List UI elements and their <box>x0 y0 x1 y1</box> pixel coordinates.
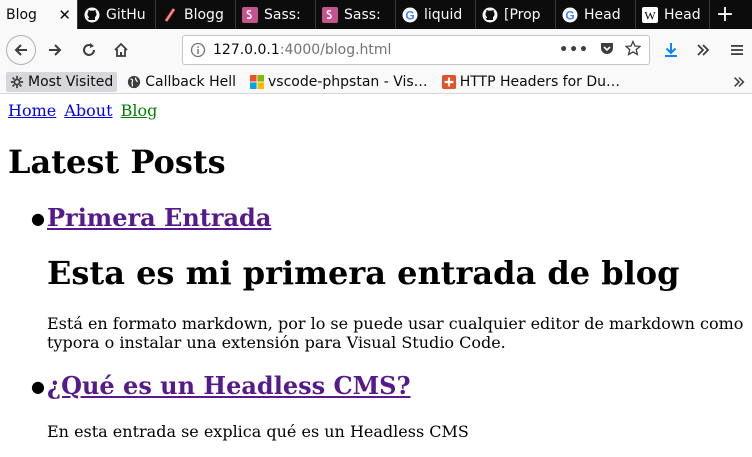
google-icon: G <box>562 7 578 23</box>
bookmarks-overflow-button[interactable] <box>732 70 746 94</box>
bookmark-callback-hell[interactable]: Callback Hell <box>123 72 240 92</box>
hamburger-icon <box>731 45 743 55</box>
github-icon <box>482 7 498 23</box>
arrow-right-icon <box>49 43 62 56</box>
site-nav: Home About Blog <box>8 101 160 120</box>
bullet: ● <box>31 377 45 396</box>
tab-title: Blog <box>6 6 37 23</box>
post-list: ● Primera Entrada Esta es mi primera ent… <box>31 203 747 441</box>
bookmark-vscode-phpstan[interactable]: vscode-phpstan - Vis… <box>246 72 432 92</box>
home-button[interactable] <box>106 35 136 65</box>
tab-headless-wikipedia[interactable]: W Head <box>636 0 710 29</box>
reload-icon <box>83 42 95 56</box>
globe-icon <box>127 75 141 89</box>
github-icon <box>84 7 100 23</box>
url-host: 127.0.0.1 <box>213 42 280 58</box>
navigation-toolbar: 127.0.0.1:4000/blog.html ••• <box>0 29 752 70</box>
home-icon <box>114 42 128 57</box>
tab-headless-google[interactable]: G Head <box>556 0 636 29</box>
tab-title: Sass: <box>264 6 301 23</box>
menu-button[interactable] <box>722 35 752 65</box>
nav-link-about[interactable]: About <box>64 101 112 120</box>
bookmark-label: Most Visited <box>28 73 114 90</box>
bookmark-http-headers[interactable]: HTTP Headers for Du… <box>438 72 624 92</box>
new-tab-button[interactable]: + <box>710 0 740 29</box>
tab-title: GitHu <box>106 6 146 23</box>
wikipedia-icon: W <box>642 6 658 23</box>
page-title: Latest Posts <box>8 143 226 181</box>
download-icon <box>665 43 677 57</box>
tab-liquid[interactable]: G liquid <box>396 0 476 29</box>
arrow-left-icon <box>14 43 27 56</box>
url-bar[interactable]: 127.0.0.1:4000/blog.html ••• <box>182 35 650 65</box>
nav-link-blog[interactable]: Blog <box>121 101 158 120</box>
back-button[interactable] <box>6 34 36 65</box>
svg-text:G: G <box>565 8 574 22</box>
post-excerpt: En esta entrada se explica qué es un Hea… <box>47 422 469 441</box>
sass-icon <box>322 6 338 23</box>
page-content: Home About Blog Latest Posts ● Primera E… <box>0 95 752 457</box>
forward-button[interactable] <box>40 35 70 65</box>
svg-text:G: G <box>405 8 414 22</box>
sass-icon <box>242 6 258 23</box>
tab-github[interactable]: GitHu <box>78 0 156 29</box>
tab-blog[interactable]: Blog ✕ <box>0 0 78 29</box>
tab-title: Head <box>584 6 621 23</box>
tab-title: Head <box>664 6 701 23</box>
info-icon[interactable] <box>183 42 213 58</box>
reload-button[interactable] <box>74 35 104 65</box>
windows-icon <box>250 74 264 89</box>
post-link[interactable]: Primera Entrada <box>47 203 271 232</box>
bookmark-star-icon[interactable] <box>624 39 642 60</box>
overflow-menu-button[interactable] <box>688 35 718 65</box>
tab-title: Blogg <box>184 6 224 23</box>
post-title: Primera Entrada <box>47 203 747 232</box>
tab-strip: Blog ✕ GitHu Blogg Sass: Sass: G liquid <box>0 0 752 29</box>
pocket-icon[interactable] <box>599 40 615 60</box>
pencil-icon <box>162 7 178 23</box>
url-path: :4000/blog.html <box>279 42 392 58</box>
bullet: ● <box>31 209 45 228</box>
bookmark-label: vscode-phpstan - Vis… <box>268 73 428 90</box>
tab-sass-1[interactable]: Sass: <box>236 0 316 29</box>
page-actions-icon[interactable]: ••• <box>559 42 589 58</box>
tab-sass-2[interactable]: Sass: <box>316 0 396 29</box>
list-item: ● ¿Qué es un Headless CMS? En esta entra… <box>31 371 747 441</box>
bookmarks-toolbar: Most Visited Callback Hell vscode-phpsta… <box>0 70 752 94</box>
plus-box-icon <box>441 74 456 89</box>
list-item: ● Primera Entrada Esta es mi primera ent… <box>31 203 747 352</box>
bookmark-label: HTTP Headers for Du… <box>459 73 621 90</box>
svg-text:W: W <box>644 8 656 22</box>
tab-title: [Prop <box>504 6 541 23</box>
post-heading: Esta es mi primera entrada de blog <box>47 254 680 292</box>
downloads-button[interactable] <box>656 35 686 65</box>
tab-prop[interactable]: [Prop <box>476 0 556 29</box>
close-icon[interactable]: ✕ <box>58 6 71 24</box>
chevron-double-right-icon <box>734 77 745 87</box>
bookmark-label: Callback Hell <box>145 73 236 90</box>
post-link[interactable]: ¿Qué es un Headless CMS? <box>47 371 411 400</box>
tab-title: liquid <box>424 6 463 23</box>
bookmark-most-visited[interactable]: Most Visited <box>6 71 118 92</box>
nav-link-home[interactable]: Home <box>8 101 56 120</box>
chevron-double-right-icon <box>697 44 710 56</box>
tab-title: Sass: <box>344 6 381 23</box>
post-excerpt: Está en formato markdown, por lo se pued… <box>47 314 744 352</box>
gear-icon <box>10 75 24 89</box>
google-icon: G <box>402 7 418 23</box>
post-title: ¿Qué es un Headless CMS? <box>47 371 747 400</box>
tab-blogger[interactable]: Blogg <box>156 0 236 29</box>
